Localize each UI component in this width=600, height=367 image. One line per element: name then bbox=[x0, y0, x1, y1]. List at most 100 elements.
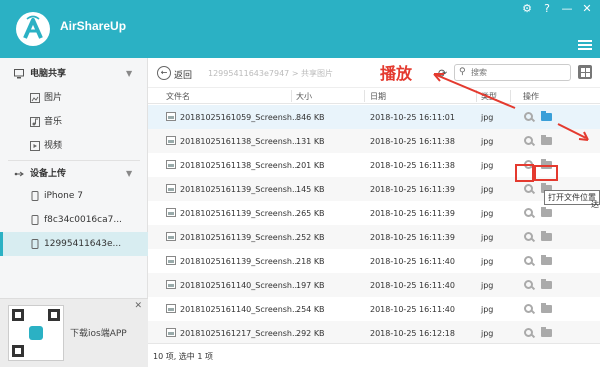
file-name: 20181025161138_Screensh... bbox=[180, 161, 300, 170]
folder-icon[interactable] bbox=[541, 303, 552, 313]
sidebar-group-pc-share[interactable]: 电脑共享 ▼ bbox=[0, 62, 148, 86]
image-file-icon bbox=[166, 304, 176, 313]
play-icon[interactable] bbox=[524, 328, 533, 337]
folder-icon[interactable] bbox=[541, 135, 552, 145]
table-row[interactable]: 20181025161139_Screensh... 265 KB 2018-10-… bbox=[148, 201, 600, 225]
folder-icon[interactable] bbox=[541, 255, 552, 265]
column-header-type[interactable]: 类型 bbox=[481, 91, 497, 102]
play-icon[interactable] bbox=[524, 304, 533, 313]
table-row[interactable]: 20181025161217_Screensh... 292 KB 2018-10-… bbox=[148, 321, 600, 345]
play-icon[interactable] bbox=[524, 184, 533, 193]
play-icon[interactable] bbox=[524, 256, 533, 265]
search-input[interactable] bbox=[471, 66, 567, 79]
sidebar-group-device-upload[interactable]: 设备上传 ▼ bbox=[0, 162, 148, 186]
file-type: jpg bbox=[481, 185, 494, 194]
sidebar-item-video[interactable]: 视频 bbox=[0, 134, 148, 158]
image-file-icon bbox=[166, 208, 176, 217]
close-icon[interactable]: ✕ bbox=[134, 301, 142, 311]
chevron-down-icon[interactable]: ▼ bbox=[126, 162, 132, 186]
file-date: 2018-10-25 16:12:18 bbox=[370, 329, 455, 338]
file-date: 2018-10-25 16:11:40 bbox=[370, 305, 455, 314]
sidebar-item-iphone7[interactable]: iPhone 7 bbox=[0, 184, 148, 208]
sidebar-item-label: 音乐 bbox=[44, 117, 63, 127]
file-name: 20181025161140_Screensh... bbox=[180, 281, 300, 290]
promo-text[interactable]: 下载ios端APP bbox=[70, 326, 127, 339]
main-panel: ← 返回 12995411643e7947 > 共享图片 播放 ⟳ ⚲ 文件名 … bbox=[148, 58, 600, 367]
search-box[interactable]: ⚲ bbox=[454, 64, 571, 81]
grid-view-icon[interactable] bbox=[578, 65, 592, 79]
sidebar-item-device-1299[interactable]: 12995411643e... bbox=[0, 232, 148, 256]
logo-icon bbox=[23, 15, 43, 39]
back-button[interactable]: 返回 bbox=[174, 68, 192, 81]
video-icon bbox=[30, 141, 40, 151]
sidebar-item-label: 图片 bbox=[44, 93, 63, 103]
refresh-icon[interactable]: ⟳ bbox=[438, 67, 447, 80]
play-icon[interactable] bbox=[524, 136, 533, 145]
help-icon[interactable]: ? bbox=[540, 2, 554, 16]
folder-icon[interactable] bbox=[541, 207, 552, 217]
sidebar-item-images[interactable]: 图片 bbox=[0, 86, 148, 110]
file-size: 218 KB bbox=[296, 257, 325, 266]
file-size: 197 KB bbox=[296, 281, 325, 290]
sidebar-item-label: iPhone 7 bbox=[44, 191, 83, 201]
image-file-icon bbox=[166, 256, 176, 265]
file-type: jpg bbox=[481, 113, 494, 122]
column-header-action: 操作 bbox=[523, 92, 539, 101]
menu-icon[interactable] bbox=[578, 40, 592, 52]
sidebar-item-music[interactable]: 音乐 bbox=[0, 110, 148, 134]
phone-icon bbox=[31, 239, 39, 249]
file-type: jpg bbox=[481, 257, 494, 266]
column-header-name[interactable]: 文件名 bbox=[166, 91, 190, 102]
image-file-icon bbox=[166, 280, 176, 289]
column-header-date[interactable]: 日期 bbox=[370, 91, 386, 102]
file-size: 265 KB bbox=[296, 209, 325, 218]
play-icon[interactable] bbox=[524, 232, 533, 241]
play-icon[interactable] bbox=[524, 280, 533, 289]
back-arrow-icon[interactable]: ← bbox=[157, 66, 171, 80]
file-date: 2018-10-25 16:11:39 bbox=[370, 185, 455, 194]
file-type: jpg bbox=[481, 305, 494, 314]
minimize-icon[interactable]: — bbox=[560, 2, 574, 16]
sidebar-group-label: 电脑共享 bbox=[30, 69, 67, 79]
app-title: AirShareUp bbox=[60, 19, 127, 33]
file-date: 2018-10-25 16:11:39 bbox=[370, 209, 455, 218]
file-type: jpg bbox=[481, 281, 494, 290]
phone-icon bbox=[31, 191, 39, 201]
table-row[interactable]: 20181025161140_Screensh... 254 KB 2018-10-… bbox=[148, 297, 600, 321]
folder-icon[interactable] bbox=[541, 279, 552, 289]
folder-icon[interactable] bbox=[541, 231, 552, 241]
file-type: jpg bbox=[481, 233, 494, 242]
sidebar-group-label: 设备上传 bbox=[30, 169, 67, 179]
status-bar: 10 项, 选中 1 项 bbox=[148, 343, 600, 367]
play-icon[interactable] bbox=[524, 112, 533, 121]
gear-icon[interactable]: ⚙ bbox=[520, 2, 534, 16]
play-icon[interactable] bbox=[524, 208, 533, 217]
table-row[interactable]: 20181025161139_Screensh... 252 KB 2018-10-… bbox=[148, 225, 600, 249]
computer-icon bbox=[14, 69, 24, 79]
file-date: 2018-10-25 16:11:40 bbox=[370, 257, 455, 266]
folder-icon[interactable] bbox=[541, 327, 552, 337]
chevron-down-icon[interactable]: ▼ bbox=[126, 62, 132, 86]
selection-status: 10 项, 选中 1 项 bbox=[153, 352, 213, 361]
image-file-icon bbox=[166, 328, 176, 337]
image-file-icon bbox=[166, 112, 176, 121]
table-row[interactable]: 20181025161138_Screensh... 131 KB 2018-10-… bbox=[148, 129, 600, 153]
app-header: AirShareUp ⚙ ? — ✕ bbox=[0, 0, 600, 58]
toolbar: ← 返回 12995411643e7947 > 共享图片 播放 ⟳ ⚲ bbox=[148, 58, 600, 88]
table-row[interactable]: 20181025161139_Screensh... 218 KB 2018-10-… bbox=[148, 249, 600, 273]
phone-icon bbox=[31, 215, 39, 225]
table-row[interactable]: 20181025161140_Screensh... 197 KB 2018-10-… bbox=[148, 273, 600, 297]
annotation-box-folder bbox=[534, 165, 558, 181]
image-file-icon bbox=[166, 160, 176, 169]
file-type: jpg bbox=[481, 137, 494, 146]
folder-icon[interactable] bbox=[541, 111, 552, 121]
table-row[interactable]: 20181025161059_Screensh... 846 KB 2018-10-… bbox=[148, 105, 600, 129]
sidebar-item-device-f8c3[interactable]: f8c34c0016ca7... bbox=[0, 208, 148, 232]
file-name: 20181025161140_Screensh... bbox=[180, 305, 300, 314]
file-date: 2018-10-25 16:11:38 bbox=[370, 161, 455, 170]
table-header: 文件名 大小 日期 类型 操作 bbox=[148, 88, 600, 104]
file-date: 2018-10-25 16:11:38 bbox=[370, 137, 455, 146]
sidebar-item-label: 视频 bbox=[44, 141, 63, 151]
close-icon[interactable]: ✕ bbox=[580, 2, 594, 16]
column-header-size[interactable]: 大小 bbox=[296, 91, 312, 102]
